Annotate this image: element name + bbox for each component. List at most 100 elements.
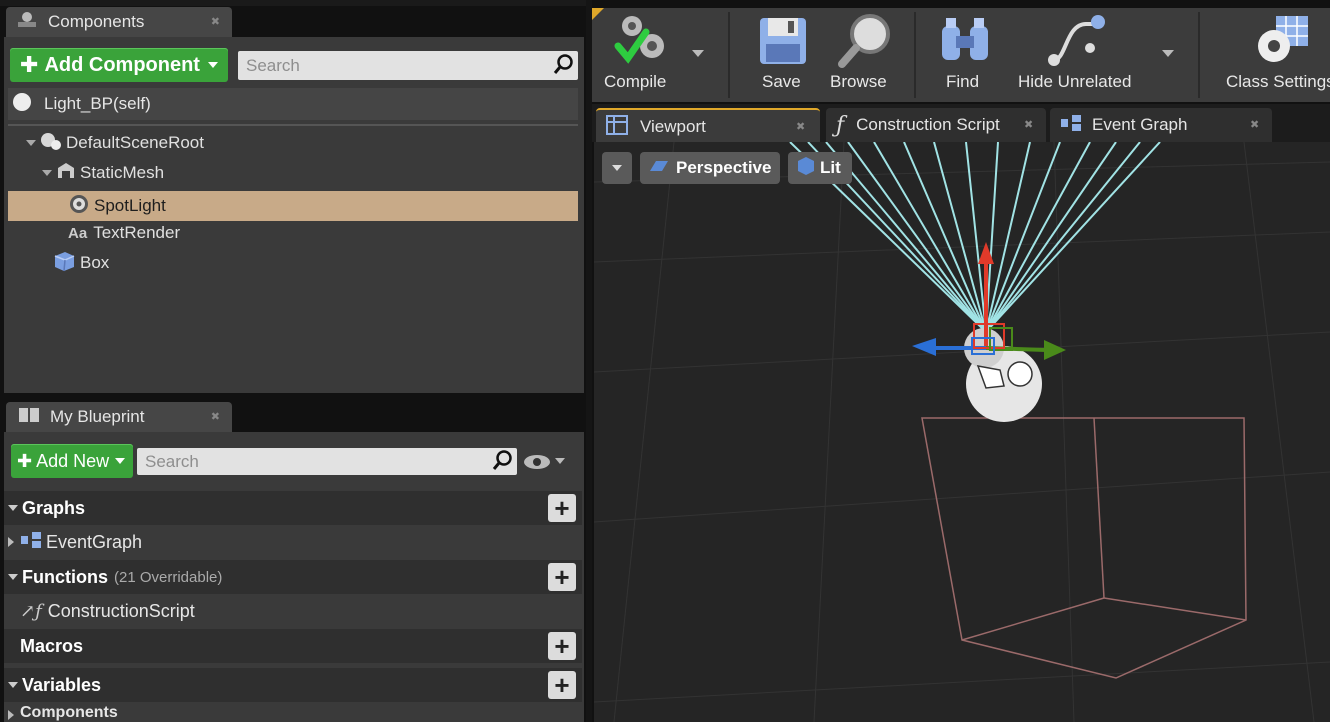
viewport-scene <box>594 142 1330 722</box>
toolbar-separator <box>1198 12 1200 98</box>
static-mesh-icon <box>56 161 76 186</box>
close-icon[interactable]: ✖ <box>211 410 220 423</box>
save-icon <box>758 16 808 71</box>
browse-button[interactable]: Browse <box>826 8 906 102</box>
list-item-label: ConstructionScript <box>47 600 195 621</box>
expand-arrow-icon <box>8 505 18 511</box>
class-settings-label: Class Settings <box>1226 72 1330 91</box>
lit-button[interactable]: Lit <box>788 152 852 184</box>
perspective-icon <box>648 158 670 178</box>
event-graph-icon <box>20 531 42 554</box>
close-icon[interactable]: ✖ <box>1024 118 1033 131</box>
top-strip <box>0 0 590 6</box>
chevron-down-icon <box>115 458 126 464</box>
lit-label: Lit <box>820 158 841 177</box>
eye-icon[interactable] <box>522 452 552 477</box>
add-variable-button[interactable]: + <box>548 671 576 699</box>
binoculars-icon <box>938 16 992 71</box>
save-button[interactable]: Save <box>750 8 820 102</box>
transform-gizmo <box>912 242 1066 360</box>
self-item-label: Light_BP(self) <box>44 94 151 113</box>
tree-item-label: Box <box>80 253 110 272</box>
class-settings-button[interactable]: Class Settings <box>1224 8 1330 102</box>
components-tab[interactable]: Components ✖ <box>6 7 232 37</box>
expand-arrow-icon <box>26 140 36 146</box>
search-icon <box>491 449 513 476</box>
expand-arrow-icon <box>8 710 14 720</box>
list-item-constructionscript[interactable]: ↗ƒ ConstructionScript <box>4 594 582 628</box>
view-options-chevron-icon[interactable] <box>555 458 565 464</box>
list-item-eventgraph[interactable]: EventGraph <box>4 525 582 559</box>
viewport-icon <box>606 114 628 140</box>
tab-event-graph-label: Event Graph <box>1092 115 1188 134</box>
compile-icon <box>612 12 668 73</box>
self-item[interactable]: Light_BP(self) <box>8 88 578 120</box>
my-blueprint-tab[interactable]: My Blueprint ✖ <box>6 402 232 432</box>
close-icon[interactable]: ✖ <box>796 120 805 133</box>
text-render-icon: Aa <box>68 224 88 242</box>
tree-item-textrender[interactable]: Aa TextRender <box>8 218 578 248</box>
expand-arrow-icon <box>8 682 18 688</box>
class-settings-icon <box>1252 14 1312 73</box>
tree-item-box[interactable]: Box <box>8 248 578 278</box>
add-component-label: Add Component <box>44 53 200 76</box>
tab-event-graph[interactable]: Event Graph ✖ <box>1050 108 1272 142</box>
perspective-button[interactable]: Perspective <box>640 152 780 184</box>
expand-arrow-icon <box>42 170 52 176</box>
expand-arrow-icon <box>8 537 14 547</box>
list-item-label: EventGraph <box>46 531 143 552</box>
compile-label: Compile <box>604 72 667 91</box>
tab-construction-script-label: Construction Script <box>856 115 1000 134</box>
section-variables-label: Variables <box>22 674 102 695</box>
add-function-button[interactable]: + <box>548 563 576 591</box>
sphere-icon <box>12 92 32 117</box>
tree-item-spotlight[interactable]: SpotLight <box>8 191 578 221</box>
section-functions[interactable]: Functions (21 Overridable) + <box>4 560 582 594</box>
function-icon: ƒ <box>836 112 845 138</box>
magnifier-icon <box>836 12 892 73</box>
add-macro-button[interactable]: + <box>548 632 576 660</box>
find-button[interactable]: Find <box>934 8 996 102</box>
functions-overridable-note: (21 Overridable) <box>114 568 223 586</box>
toolbar: Compile Save Browse Find Hide Unrelated … <box>592 8 1330 102</box>
tree-item-staticmesh[interactable]: StaticMesh <box>8 158 578 188</box>
section-functions-label: Functions <box>22 566 108 587</box>
tree-item-defaultsceneroot[interactable]: DefaultSceneRoot <box>8 128 578 158</box>
lit-cube-icon <box>796 156 816 181</box>
toolbar-separator <box>728 12 730 98</box>
compile-options-chevron-icon[interactable] <box>692 50 704 57</box>
scene-root-icon <box>40 131 62 156</box>
function-icon: ↗ƒ <box>20 600 42 622</box>
floor-grid <box>594 142 1330 722</box>
list-item-components[interactable]: Components <box>4 704 582 722</box>
hide-unrelated-icon <box>1046 14 1106 73</box>
section-graphs-label: Graphs <box>22 497 86 518</box>
chevron-down-icon <box>612 165 622 171</box>
blueprint-search-input[interactable]: Search <box>137 448 517 475</box>
plus-icon: ✚ <box>20 52 39 77</box>
add-graph-button[interactable]: + <box>548 494 576 522</box>
tab-viewport[interactable]: Viewport ✖ <box>596 108 820 144</box>
expand-arrow-icon <box>8 574 18 580</box>
components-search-input[interactable]: Search <box>238 51 578 80</box>
viewport[interactable]: Perspective Lit <box>594 142 1330 722</box>
list-item-label: Components <box>20 704 118 721</box>
add-new-button[interactable]: ✚ Add New <box>11 444 133 478</box>
hide-unrelated-chevron-icon[interactable] <box>1162 50 1174 57</box>
close-icon[interactable]: ✖ <box>211 15 220 28</box>
components-search-placeholder: Search <box>246 55 300 75</box>
hide-unrelated-button[interactable]: Hide Unrelated <box>1016 8 1140 102</box>
compile-button[interactable]: Compile <box>598 8 688 102</box>
add-component-button[interactable]: ✚ Add Component <box>10 48 228 82</box>
section-macros[interactable]: Macros + <box>4 629 582 663</box>
chevron-down-icon <box>207 62 218 68</box>
plus-icon: ✚ <box>17 450 33 471</box>
section-variables[interactable]: Variables + <box>4 668 582 702</box>
divider <box>8 124 578 126</box>
tab-construction-script[interactable]: ƒ Construction Script ✖ <box>826 108 1046 142</box>
section-graphs[interactable]: Graphs + <box>4 491 582 525</box>
close-icon[interactable]: ✖ <box>1250 118 1259 131</box>
viewport-options-button[interactable] <box>602 152 632 184</box>
components-tab-title: Components <box>48 12 145 31</box>
my-blueprint-tab-title: My Blueprint <box>50 407 145 426</box>
